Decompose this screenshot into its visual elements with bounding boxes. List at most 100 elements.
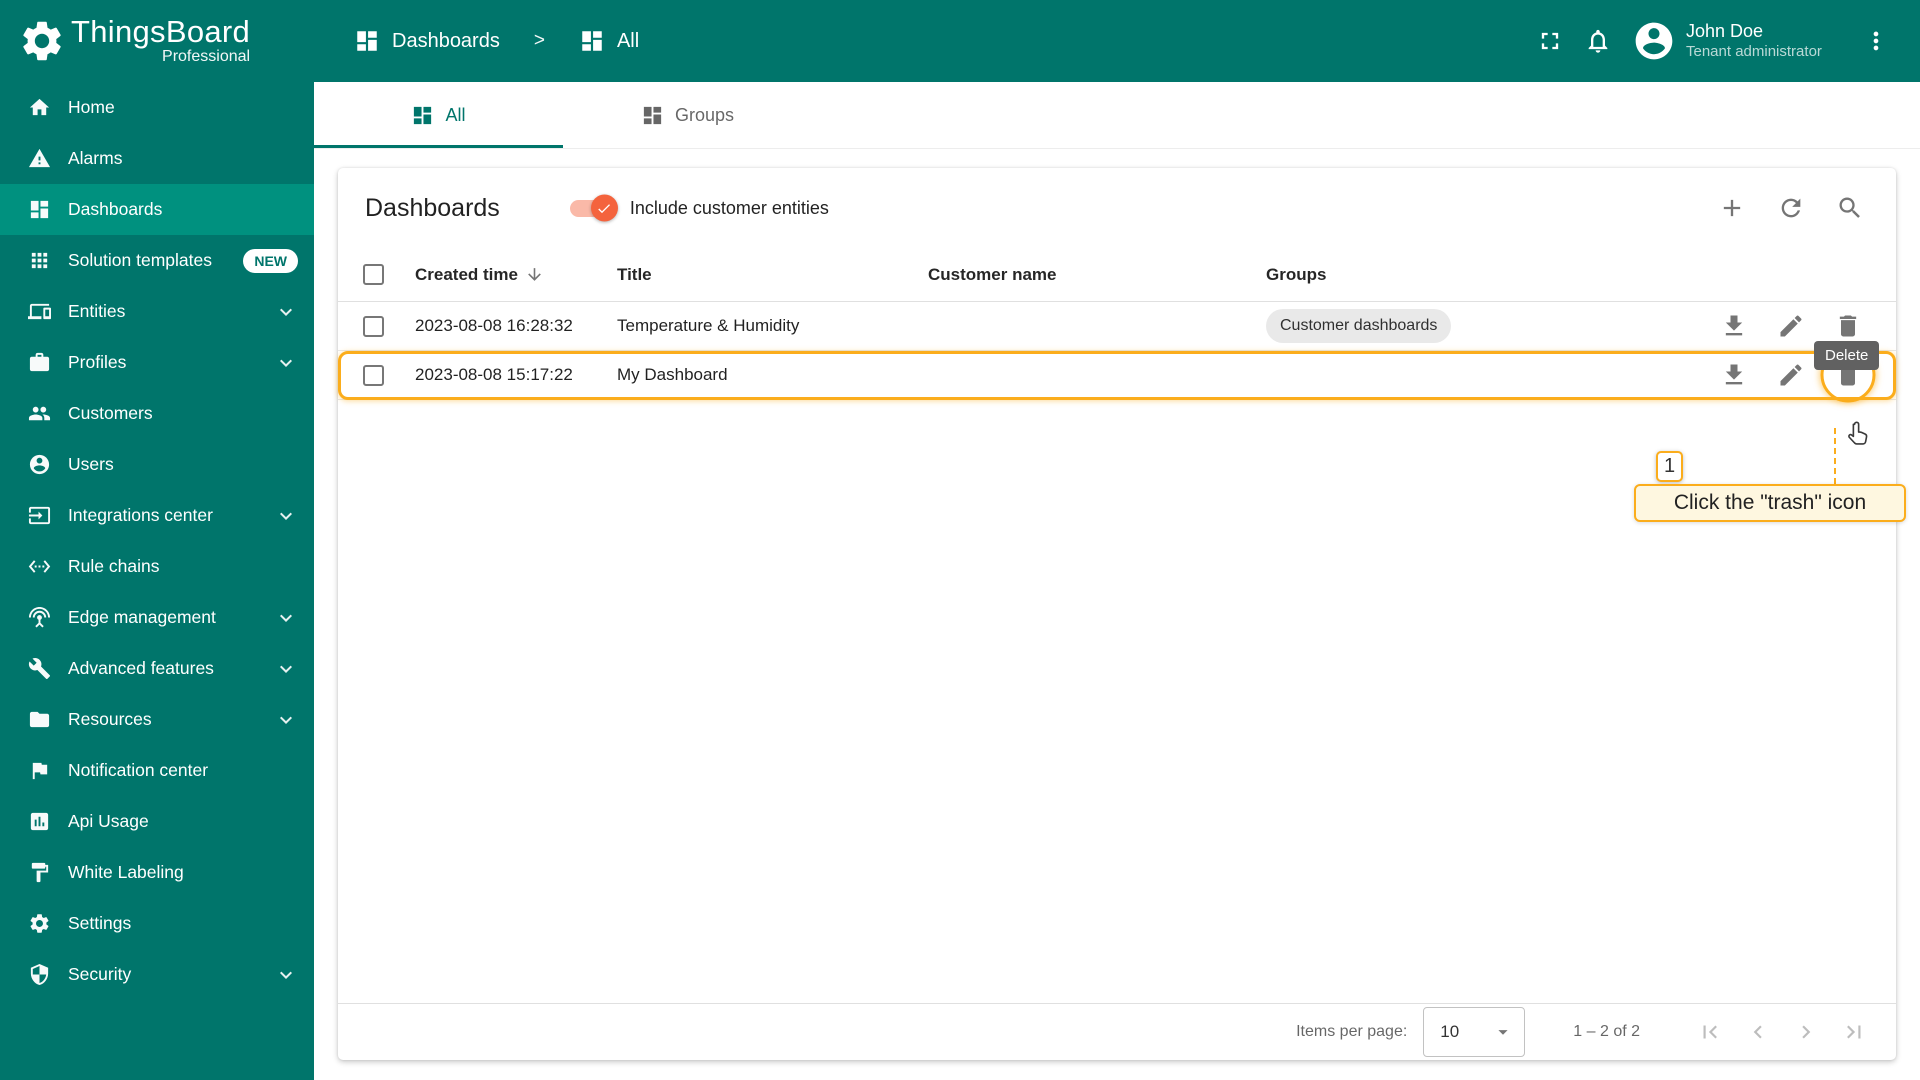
column-header-groups[interactable]: Groups [1266,265,1710,285]
sidebar-item-customers[interactable]: Customers [0,388,314,439]
security-icon [28,963,51,986]
breadcrumb-item-all[interactable]: All [617,30,639,53]
include-customer-entities-toggle[interactable]: Include customer entities [569,194,829,222]
header-checkbox-cell [363,264,415,285]
sidebar-item-alarms[interactable]: Alarms [0,133,314,184]
check-icon [596,200,612,216]
download-icon [1720,312,1748,340]
previous-page-button[interactable] [1734,1008,1782,1056]
sidebar-item-label: Users [68,454,114,474]
sidebar-item-label: Alarms [68,148,123,168]
chart-icon [28,810,51,833]
more-menu-button[interactable] [1852,17,1900,65]
app-edition: Professional [162,47,251,65]
edit-button[interactable] [1767,351,1815,399]
sidebar-item-entities[interactable]: Entities [0,286,314,337]
app-name: ThingsBoard [71,14,251,50]
app-logo[interactable]: ThingsBoard Professional [0,0,314,82]
sidebar-item-notification-center[interactable]: Notification center [0,745,314,796]
user-name: John Doe [1686,21,1764,42]
chevron-down-icon [274,606,298,630]
sidebar-item-advanced-features[interactable]: Advanced features [0,643,314,694]
table-row[interactable]: 2023-08-08 15:17:22 My Dashboard [338,351,1896,400]
dashboard-grid-icon [579,28,605,54]
sidebar-item-label: Customers [68,403,153,423]
select-all-checkbox[interactable] [363,264,384,285]
column-header-title[interactable]: Title [617,265,928,285]
card-header: Dashboards Include customer entities [338,168,1896,248]
sidebar-item-dashboards[interactable]: Dashboards [0,184,314,235]
folder-icon [28,708,51,731]
tab-all[interactable]: All [314,82,563,148]
tab-bar: All Groups [314,82,1920,149]
page-title: Dashboards [365,193,500,222]
refresh-button[interactable] [1767,184,1815,232]
row-checkbox-cell [363,315,415,337]
chevron-down-icon [274,300,298,324]
sidebar-item-label: Api Usage [68,811,149,831]
avatar[interactable] [1632,19,1676,63]
sidebar-item-api-usage[interactable]: Api Usage [0,796,314,847]
tab-groups[interactable]: Groups [563,82,812,148]
chevron-down-icon [274,963,298,987]
toggle-switch[interactable] [569,194,618,222]
sidebar-item-home[interactable]: Home [0,82,314,133]
warning-icon [28,147,51,170]
column-header-customer-name[interactable]: Customer name [928,265,1266,285]
group-chip[interactable]: Customer dashboards [1266,309,1452,343]
flag-icon [28,759,51,782]
sidebar-item-rule-chains[interactable]: Rule chains [0,541,314,592]
dashboards-card: Dashboards Include customer entities Cre… [338,168,1896,1060]
chevron-down-icon [274,657,298,681]
sidebar-item-label: Rule chains [68,556,160,576]
cell-title: My Dashboard [617,365,728,384]
notifications-button[interactable] [1574,17,1622,65]
add-icon [1718,194,1746,222]
download-button[interactable] [1710,351,1758,399]
sidebar-item-label: Settings [68,913,132,933]
sidebar-item-integrations-center[interactable]: Integrations center [0,490,314,541]
add-button[interactable] [1708,184,1756,232]
sidebar-item-white-labeling[interactable]: White Labeling [0,847,314,898]
settings-icon [28,912,51,935]
content-area: Dashboards Include customer entities Cre… [314,149,1920,1080]
search-button[interactable] [1826,184,1874,232]
sidebar-item-edge-management[interactable]: Edge management [0,592,314,643]
app-root: ThingsBoard Professional Home Alarms Dashb… [0,0,1920,1080]
sidebar-item-settings[interactable]: Settings [0,898,314,949]
column-header-created-time[interactable]: Created time [415,265,617,285]
items-per-page-select[interactable]: 10 [1423,1007,1526,1057]
column-header-label: Customer name [928,264,1057,284]
sidebar-item-users[interactable]: Users [0,439,314,490]
header-controls: John Doe Tenant administrator [1526,17,1900,65]
paginator: Items per page: 10 1 – 2 of 2 [338,1003,1896,1060]
table-header-row: Created time Title Customer name Groups [338,248,1896,302]
next-page-button[interactable] [1782,1008,1830,1056]
column-header-label: Created time [415,264,518,284]
sidebar-item-label: Solution templates [68,250,212,270]
sidebar-item-security[interactable]: Security [0,949,314,1000]
breadcrumb-item-dashboards[interactable]: Dashboards [392,30,500,53]
more-vert-icon [1862,27,1890,55]
sidebar-item-profiles[interactable]: Profiles [0,337,314,388]
delete-icon [1834,361,1862,389]
edit-icon [1777,361,1805,389]
row-checkbox[interactable] [363,315,384,337]
chevron-right-icon [1793,1019,1819,1045]
edit-button[interactable] [1767,302,1815,350]
sidebar-item-resources[interactable]: Resources [0,694,314,745]
sidebar-item-solution-templates[interactable]: Solution templates NEW [0,235,314,286]
delete-button[interactable] [1824,351,1872,399]
new-badge: NEW [243,248,298,273]
table-row[interactable]: 2023-08-08 16:28:32 Temperature & Humidit… [338,302,1896,351]
first-page-button[interactable] [1686,1008,1734,1056]
download-button[interactable] [1710,302,1758,350]
sidebar-item-label: Home [68,97,115,117]
sidebar-item-label: Profiles [68,352,127,372]
last-page-icon [1841,1019,1867,1045]
cell-groups: Customer dashboards [1266,309,1710,343]
row-checkbox[interactable] [363,364,384,386]
last-page-button[interactable] [1830,1008,1878,1056]
fullscreen-button[interactable] [1526,17,1574,65]
delete-button[interactable] [1824,302,1872,350]
